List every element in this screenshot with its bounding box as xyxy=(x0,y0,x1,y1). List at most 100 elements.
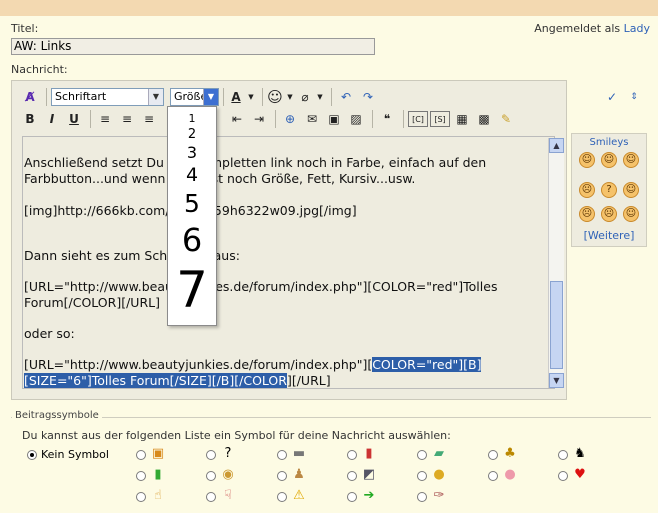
message-line: [URL="http://www.beautyjunkies.de/forum/… xyxy=(24,279,498,294)
table-icon[interactable]: ▦ xyxy=(452,109,472,129)
redo-icon[interactable]: ↷ xyxy=(358,87,378,107)
login-user-link[interactable]: Lady xyxy=(624,22,650,35)
undo-icon[interactable]: ↶ xyxy=(336,87,356,107)
resize-editor-icon[interactable]: ⇕ xyxy=(624,87,644,107)
spellcheck-icon[interactable]: ✓ xyxy=(602,87,622,107)
size-dropdown: 1 2 3 4 5 6 7 xyxy=(167,106,217,326)
message-label: Nachricht: xyxy=(11,63,68,76)
warning-icon: ⚠ xyxy=(293,488,305,503)
highlighter-icon[interactable]: ✎ xyxy=(496,109,516,129)
font-select[interactable]: Schriftart ▼ xyxy=(51,88,164,106)
message-text: ][/URL] xyxy=(286,373,331,388)
insert-picture-icon[interactable]: ▨ xyxy=(346,109,366,129)
scroll-up-icon[interactable]: ▲ xyxy=(549,138,564,153)
perfume-icon: ♣ xyxy=(504,446,516,461)
post-icon-radio[interactable] xyxy=(347,492,357,502)
post-icon-radio[interactable] xyxy=(417,471,427,481)
chevron-down-icon[interactable]: ▼ xyxy=(246,87,256,107)
text-color-icon[interactable]: A xyxy=(228,87,244,107)
smiley-smile-icon[interactable]: ☺ xyxy=(579,152,595,168)
book-icon: ▰ xyxy=(434,446,444,461)
attachment-icon[interactable]: ⌀ xyxy=(297,87,313,107)
size-option-2[interactable]: 2 xyxy=(168,128,216,141)
top-bar xyxy=(0,0,658,16)
underline-button[interactable]: U xyxy=(64,109,84,129)
outdent-icon[interactable]: ⇤ xyxy=(227,109,247,129)
smiley-confused-icon[interactable]: ? xyxy=(601,182,617,198)
post-icon-radio[interactable] xyxy=(136,450,146,460)
shoe-icon: ▬ xyxy=(292,446,306,461)
message-textarea[interactable]: Anschließend setzt Du den kompletten lin… xyxy=(22,136,555,389)
chevron-down-icon: ▼ xyxy=(203,89,218,105)
post-icon-radio[interactable] xyxy=(277,492,287,502)
chevron-down-icon[interactable]: ▼ xyxy=(315,87,325,107)
toolbar-row-1: A̸ Schriftart ▼ Größe ▼ A ▼ ☺ ▼ ⌀ ▼ ↶ ↷ … xyxy=(20,86,646,108)
vertical-scrollbar[interactable]: ▲ ▼ xyxy=(548,138,564,388)
selected-text: [SIZE="6"]Tolles Forum[/SIZE][/B][/COLOR xyxy=(24,373,287,388)
login-status: Angemeldet als Lady xyxy=(534,22,650,35)
size-option-1[interactable]: 1 xyxy=(168,113,216,124)
post-icon-radio[interactable] xyxy=(558,471,568,481)
size-option-5[interactable]: 5 xyxy=(168,191,216,216)
indent-icon[interactable]: ⇥ xyxy=(249,109,269,129)
post-icon-radio[interactable] xyxy=(488,450,498,460)
smiley-happy-icon[interactable]: ☺ xyxy=(623,182,639,198)
smileys-title: Smileys xyxy=(589,137,629,148)
italic-button[interactable]: I xyxy=(42,109,62,129)
message-text: [URL="http://www.beautyjunkies.de/forum/… xyxy=(24,357,373,372)
post-icon-radio[interactable] xyxy=(347,471,357,481)
post-icon-radio[interactable] xyxy=(347,450,357,460)
format-remove-icon[interactable]: A̸ xyxy=(20,87,40,107)
scroll-thumb[interactable] xyxy=(550,281,563,369)
post-icon-radio[interactable] xyxy=(558,450,568,460)
toolbar-separator xyxy=(331,88,332,106)
smiley-mad-icon[interactable]: ☹ xyxy=(601,206,617,222)
post-icon-radio[interactable] xyxy=(277,471,287,481)
smiley-grin-icon[interactable]: ☺ xyxy=(623,152,639,168)
size-option-4[interactable]: 4 xyxy=(168,166,216,185)
post-icon-radio[interactable] xyxy=(417,450,427,460)
insert-email-icon[interactable]: ✉ xyxy=(302,109,322,129)
chevron-down-icon[interactable]: ▼ xyxy=(285,87,295,107)
post-icon-radio[interactable] xyxy=(488,471,498,481)
insert-link-icon[interactable]: ⊕ xyxy=(280,109,300,129)
title-label: Titel: xyxy=(11,22,39,35)
smiley-icon[interactable]: ☺ xyxy=(267,87,283,107)
selected-text: COLOR="red"][B] xyxy=(372,357,482,372)
scroll-down-icon[interactable]: ▼ xyxy=(549,373,564,388)
post-icon-radio[interactable] xyxy=(206,450,216,460)
align-right-icon[interactable]: ≡ xyxy=(139,109,159,129)
lightbulb-icon: ● xyxy=(433,467,445,482)
post-icon-radio-none[interactable] xyxy=(27,450,37,460)
size-option-6[interactable]: 6 xyxy=(168,224,216,256)
insert-image-icon[interactable]: ▣ xyxy=(324,109,344,129)
post-icon-radio[interactable] xyxy=(136,492,146,502)
code-tag-icon[interactable]: [C] xyxy=(408,111,428,127)
align-left-icon[interactable]: ≡ xyxy=(95,109,115,129)
smiley-wink-icon[interactable]: ☺ xyxy=(601,152,617,168)
quote-icon[interactable]: ❝ xyxy=(377,109,397,129)
title-input[interactable]: AW: Links xyxy=(11,38,375,55)
size-option-3[interactable]: 3 xyxy=(168,145,216,161)
smiley-cool-icon[interactable]: ☺ xyxy=(623,206,639,222)
toolbar-separator xyxy=(275,110,276,128)
post-icon-radio[interactable] xyxy=(277,450,287,460)
marquee-icon[interactable]: ▩ xyxy=(474,109,494,129)
size-select[interactable]: Größe ▼ xyxy=(170,88,219,106)
toolbar-separator xyxy=(372,110,373,128)
chevron-down-icon: ▼ xyxy=(148,89,163,105)
arrow-right-icon: ➔ xyxy=(363,488,375,503)
smiley-sad-icon[interactable]: ☹ xyxy=(579,206,595,222)
size-option-7[interactable]: 7 xyxy=(168,265,216,315)
spoiler-tag-icon[interactable]: [S] xyxy=(430,111,450,127)
thumbs-up-icon: ☝ xyxy=(154,488,162,503)
post-icon-radio[interactable] xyxy=(417,492,427,502)
post-icon-radio[interactable] xyxy=(206,492,216,502)
align-center-icon[interactable]: ≡ xyxy=(117,109,137,129)
post-icon-radio[interactable] xyxy=(206,471,216,481)
bold-button[interactable]: B xyxy=(20,109,40,129)
smiley-dizzy-icon[interactable]: ☹ xyxy=(579,182,595,198)
more-smileys-link[interactable]: [Weitere] xyxy=(572,229,646,242)
jar-icon: ◉ xyxy=(222,467,234,482)
post-icon-radio[interactable] xyxy=(136,471,146,481)
